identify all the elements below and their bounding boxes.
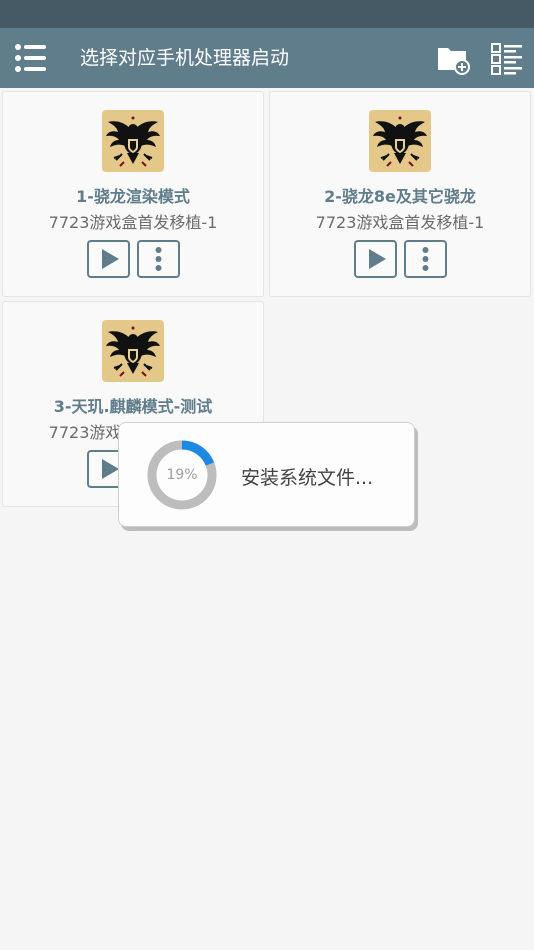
- app-bar: 选择对应手机处理器启动: [0, 28, 534, 88]
- card-title: 2-骁龙8e及其它骁龙: [324, 187, 476, 206]
- add-folder-icon[interactable]: [436, 42, 472, 76]
- eagle-emblem-image[interactable]: [102, 320, 164, 382]
- progress-dialog: 19% 安装系统文件...: [118, 422, 415, 527]
- more-options-button[interactable]: [404, 240, 447, 278]
- play-button[interactable]: [87, 240, 130, 278]
- progress-percent: 19%: [166, 467, 198, 483]
- eagle-emblem-image[interactable]: [369, 110, 431, 172]
- more-options-button[interactable]: [137, 240, 180, 278]
- page-title: 选择对应手机处理器启动: [80, 47, 290, 69]
- more-vertical-icon: [155, 247, 162, 271]
- eagle-emblem-image[interactable]: [102, 110, 164, 172]
- dialog-message: 安装系统文件...: [241, 467, 374, 489]
- more-vertical-icon: [422, 247, 429, 271]
- status-bar: [0, 0, 534, 28]
- play-icon: [102, 249, 119, 269]
- launch-card-1[interactable]: 1-骁龙渲染模式 7723游戏盒首发移植-1: [2, 91, 264, 297]
- card-subtitle: 7723游戏盒首发移植-1: [315, 213, 485, 232]
- card-title: 3-天玑.麒麟模式-测试: [53, 397, 213, 416]
- play-button[interactable]: [354, 240, 397, 278]
- play-icon: [369, 249, 386, 269]
- menu-icon[interactable]: [14, 42, 48, 74]
- card-subtitle: 7723游戏盒首发移植-1: [48, 213, 218, 232]
- card-title: 1-骁龙渲染模式: [76, 187, 190, 206]
- launch-card-2[interactable]: 2-骁龙8e及其它骁龙 7723游戏盒首发移植-1: [269, 91, 531, 297]
- list-view-icon[interactable]: [490, 42, 524, 76]
